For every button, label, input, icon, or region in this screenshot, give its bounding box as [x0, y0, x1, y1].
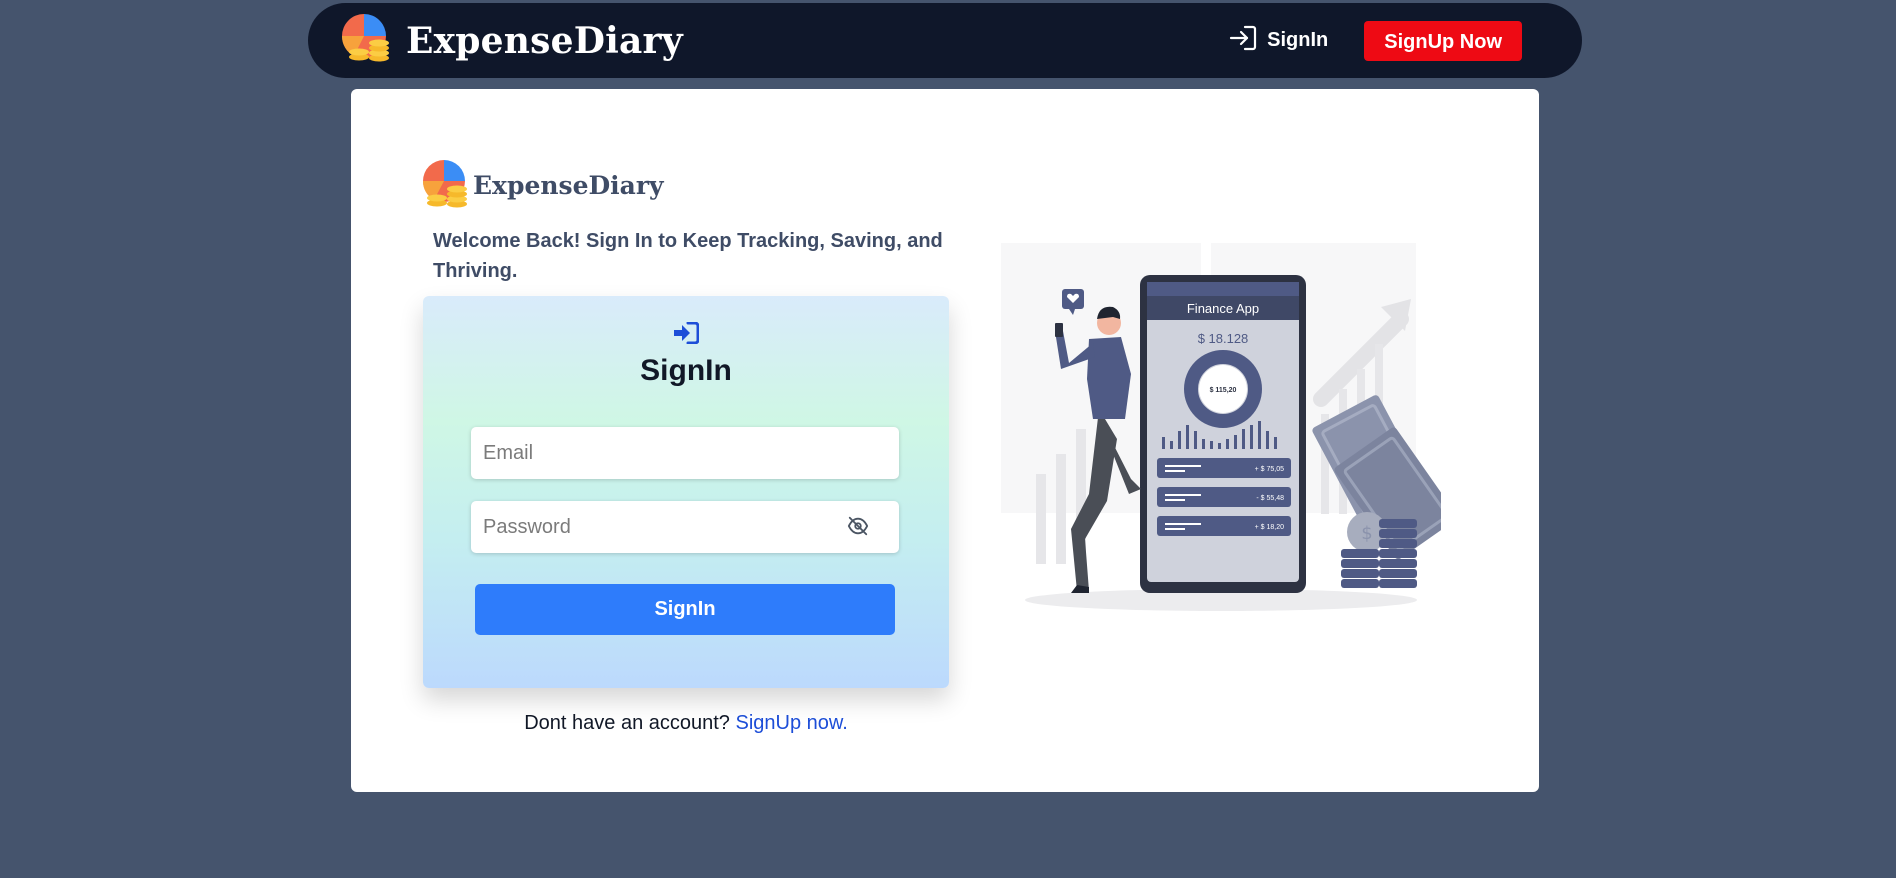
illustration-donut-value: $ 115,20	[1210, 387, 1237, 394]
top-navbar: ExpenseDiary SignIn SignUp Now	[308, 3, 1582, 78]
signin-form: SignIn SignIn	[423, 296, 949, 688]
signup-link[interactable]: SignUp now.	[735, 712, 847, 734]
signin-card: ExpenseDiary Welcome Back! Sign In to Ke…	[351, 89, 1539, 792]
illustration-app-title: Finance App	[1187, 301, 1259, 316]
password-input[interactable]	[483, 501, 887, 553]
eye-slash-icon[interactable]	[847, 515, 869, 542]
logo-icon	[422, 157, 471, 214]
signup-prompt: Dont have an account? SignUp now.	[423, 712, 949, 735]
card-brand: ExpenseDiary	[422, 157, 949, 214]
email-field-wrapper	[471, 427, 899, 479]
form-title: SignIn	[640, 354, 732, 387]
logo-icon	[341, 12, 394, 69]
signin-panel: ExpenseDiary Welcome Back! Sign In to Ke…	[422, 157, 949, 735]
signin-submit-button[interactable]: SignIn	[475, 584, 895, 635]
illustration-transaction-1: + $ 75,05	[1255, 466, 1284, 473]
illustration-transaction-2: - $ 55,48	[1256, 495, 1284, 502]
welcome-text: Welcome Back! Sign In to Keep Tracking, …	[433, 230, 943, 282]
password-field-wrapper	[471, 501, 899, 553]
illustration-transaction-3: + $ 18,20	[1255, 524, 1284, 531]
nav-signin-label: SignIn	[1267, 29, 1329, 51]
navbar-actions: SignIn SignUp Now	[1229, 20, 1522, 61]
nav-signup-button[interactable]: SignUp Now	[1364, 20, 1522, 61]
nav-signin-link[interactable]: SignIn	[1229, 25, 1328, 57]
card-brand-name: ExpenseDiary	[473, 171, 664, 200]
illustration-balance: $ 18.128	[1198, 331, 1249, 346]
brand-name: ExpenseDiary	[406, 19, 683, 62]
finance-app-illustration: $ Finance App $ 18.128 $ 115,20 + $ 75,0…	[981, 239, 1458, 624]
sign-in-icon	[673, 321, 700, 349]
login-arrow-icon	[1229, 25, 1257, 57]
navbar-brand[interactable]: ExpenseDiary	[341, 12, 683, 69]
email-input[interactable]	[483, 427, 887, 479]
svg-text:$: $	[1361, 523, 1372, 544]
signup-prompt-text: Dont have an account?	[524, 712, 730, 734]
